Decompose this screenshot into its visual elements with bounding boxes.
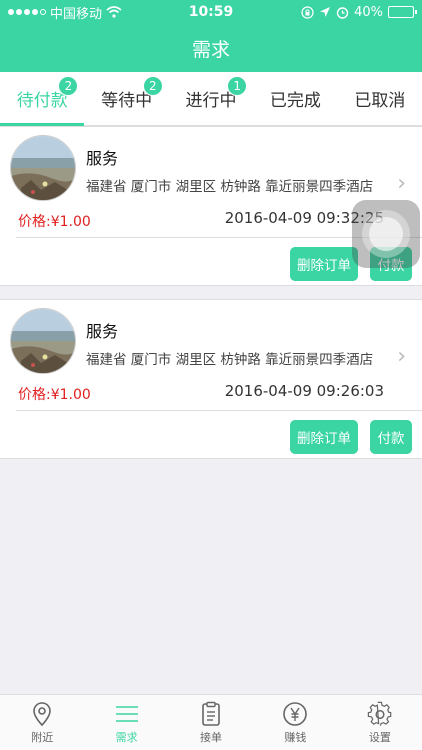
chevron-right-icon[interactable]: › xyxy=(397,171,406,196)
tab-waiting[interactable]: 等待中 2 xyxy=(84,72,168,125)
tabbar-label: 附近 xyxy=(31,730,54,744)
clipboard-icon xyxy=(202,701,220,726)
tabbar-item-settings[interactable]: 设置 xyxy=(338,695,422,750)
tabbar-item-accept[interactable]: 接单 xyxy=(169,695,253,750)
page-title: 需求 xyxy=(191,38,230,61)
battery-icon xyxy=(388,6,417,18)
lock-rotation-icon xyxy=(301,5,314,19)
signal-icon xyxy=(8,9,46,15)
delete-order-button[interactable]: 删除订单 xyxy=(290,247,358,281)
bottom-tab-bar: 附近 需求 接单 赚钱 设置 xyxy=(0,694,422,750)
tab-label: 已完成 xyxy=(269,91,321,111)
tabbar-label: 赚钱 xyxy=(284,730,307,744)
pay-button[interactable]: 付款 xyxy=(370,420,412,454)
count-badge: 2 xyxy=(58,76,79,96)
count-badge: 1 xyxy=(227,76,248,96)
service-address: 福建省 厦门市 湖里区 枋钟路 靠近丽景四季酒店 xyxy=(86,352,374,368)
tab-cancelled[interactable]: 已取消 xyxy=(338,72,422,125)
avatar xyxy=(10,135,76,201)
wifi-icon xyxy=(106,6,122,18)
delete-order-button[interactable]: 删除订单 xyxy=(290,420,358,454)
assistive-touch-button[interactable] xyxy=(352,200,420,268)
location-icon xyxy=(320,7,331,17)
clock: 10:59 xyxy=(188,4,234,20)
divider xyxy=(16,410,422,411)
battery-percent: 40% xyxy=(354,4,383,20)
carrier-label: 中国移动 xyxy=(50,6,103,22)
status-bar: 中国移动 10:59 40% xyxy=(0,0,422,24)
price-label: 价格:¥1.00 xyxy=(18,387,91,403)
gear-icon xyxy=(367,701,392,726)
location-pin-icon xyxy=(33,701,52,726)
order-card[interactable]: 服务 福建省 厦门市 湖里区 枋钟路 靠近丽景四季酒店 › 价格:¥1.00 2… xyxy=(0,299,422,459)
tabbar-label: 设置 xyxy=(368,730,391,744)
service-address: 福建省 厦门市 湖里区 枋钟路 靠近丽景四季酒店 xyxy=(86,179,374,195)
count-badge: 2 xyxy=(142,76,163,96)
tab-pending-payment[interactable]: 待付款 2 xyxy=(0,72,85,126)
order-status-tabs: 待付款 2 等待中 2 进行中 1 已完成 已取消 xyxy=(0,72,422,126)
tabbar-item-demand[interactable]: 需求 xyxy=(84,695,168,750)
alarm-icon xyxy=(336,6,349,19)
chevron-right-icon[interactable]: › xyxy=(397,344,406,369)
tabbar-label: 接单 xyxy=(200,730,223,744)
tabbar-item-nearby[interactable]: 附近 xyxy=(0,695,84,750)
nav-bar: 需求 xyxy=(0,24,422,72)
tabbar-label: 需求 xyxy=(115,730,138,744)
service-title: 服务 xyxy=(86,149,119,168)
tabbar-item-earn[interactable]: 赚钱 xyxy=(253,695,337,750)
service-title: 服务 xyxy=(86,322,119,341)
tab-label: 已取消 xyxy=(354,91,406,111)
tab-completed[interactable]: 已完成 xyxy=(253,72,337,125)
list-icon xyxy=(115,705,138,722)
avatar xyxy=(10,308,76,374)
order-timestamp: 2016-04-09 09:26:03 xyxy=(224,382,384,400)
yen-icon xyxy=(283,701,308,726)
tab-in-progress[interactable]: 进行中 1 xyxy=(169,72,253,125)
price-label: 价格:¥1.00 xyxy=(18,214,91,230)
